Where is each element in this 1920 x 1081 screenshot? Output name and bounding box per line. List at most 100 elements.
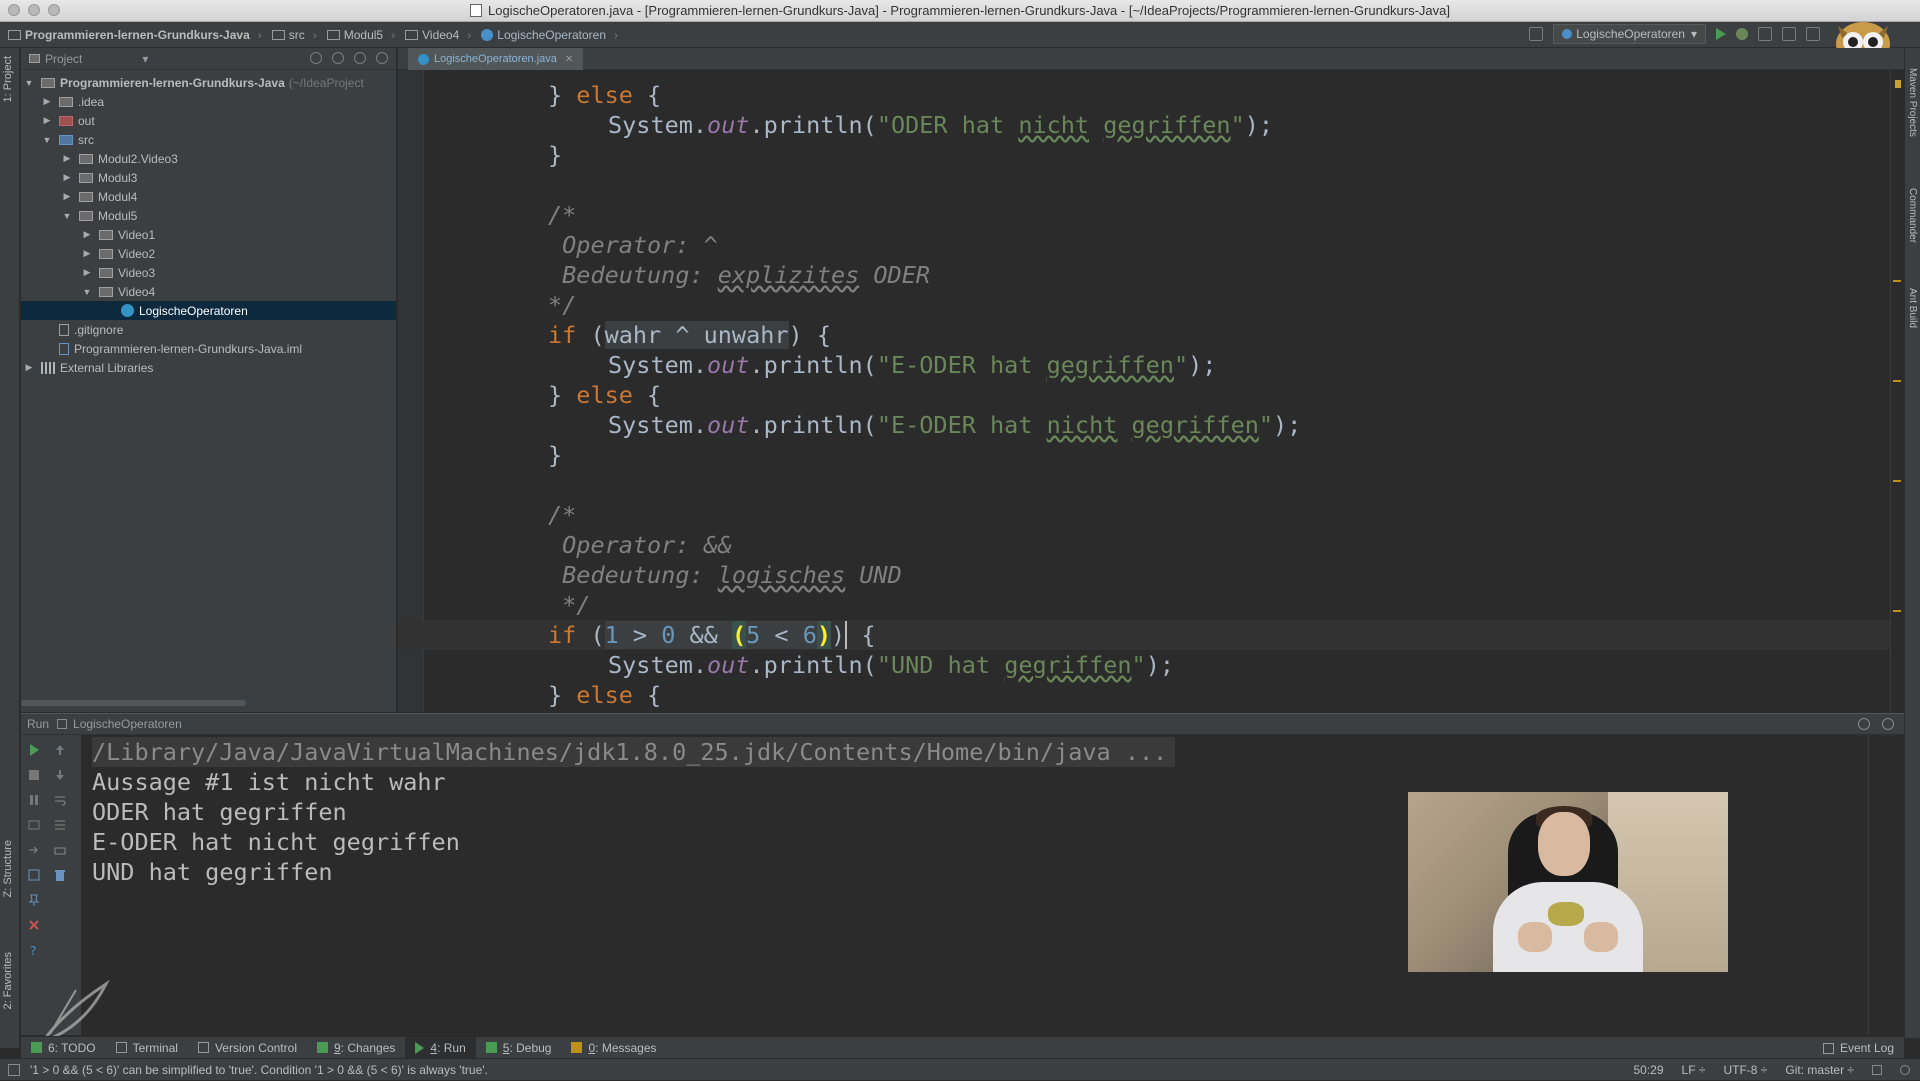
hide-panel-icon[interactable]	[1882, 718, 1894, 730]
line-separator[interactable]: LF ÷	[1682, 1063, 1706, 1077]
event-log-button[interactable]: Event Log	[1822, 1037, 1894, 1059]
minimize-window-button[interactable]	[28, 4, 40, 16]
warning-marker[interactable]	[1893, 480, 1901, 482]
git-branch[interactable]: Git: master ÷	[1785, 1063, 1854, 1077]
soft-wrap-icon[interactable]	[53, 793, 67, 807]
tree-item-project-root[interactable]: ▼ Programmieren-lernen-Grundkurs-Java (~/I…	[21, 73, 396, 92]
breadcrumb-modul5[interactable]: Modul5 ›	[326, 28, 401, 42]
project-view-selector[interactable]: Project	[45, 52, 82, 66]
favorites-tool-tab[interactable]: 2: Favorites	[2, 952, 14, 1009]
warning-marker[interactable]	[1893, 280, 1901, 282]
close-window-button[interactable]	[8, 4, 20, 16]
project-tool-tab[interactable]: 1: Project	[2, 56, 14, 102]
close-tab-icon[interactable]: ✕	[565, 54, 573, 65]
trash-icon[interactable]	[53, 868, 67, 882]
lock-icon[interactable]	[1872, 1065, 1882, 1075]
print-icon[interactable]	[53, 843, 67, 857]
collapsed-arrow-icon[interactable]: ▶	[23, 362, 35, 373]
code-editor[interactable]: } else { System.out.println("ODER hat ni…	[398, 70, 1904, 712]
expanded-arrow-icon[interactable]: ▼	[41, 135, 53, 145]
tree-item-src[interactable]: ▼ src	[21, 130, 396, 149]
run-tool-button[interactable]: 4: Run	[405, 1036, 476, 1059]
commander-tab[interactable]: Commander	[1907, 188, 1918, 243]
editor-tab-logischeoperatoren[interactable]: LogischeOperatoren.java ✕	[408, 48, 584, 70]
tree-item-gitignore[interactable]: .gitignore	[21, 320, 396, 339]
warning-marker[interactable]	[1893, 610, 1901, 612]
file-encoding[interactable]: UTF-8 ÷	[1723, 1063, 1767, 1077]
rerun-icon[interactable]	[27, 743, 41, 757]
version-control-tool-button[interactable]: Version Control	[188, 1037, 307, 1059]
changes-tool-button[interactable]: 9: Changes	[307, 1037, 405, 1059]
tree-item-idea[interactable]: ▶ .idea	[21, 92, 396, 111]
tool-windows-toggle-icon[interactable]	[8, 1064, 20, 1076]
run-icon[interactable]	[1716, 28, 1726, 40]
tree-item-external-libraries[interactable]: ▶ External Libraries	[21, 358, 396, 377]
exit-icon[interactable]	[27, 843, 41, 857]
editor-error-stripe[interactable]	[1890, 70, 1904, 712]
tree-item-iml[interactable]: Programmieren-lernen-Grundkurs-Java.iml	[21, 339, 396, 358]
zoom-window-button[interactable]	[48, 4, 60, 16]
messages-tool-button[interactable]: 0: Messages	[561, 1037, 666, 1059]
collapsed-arrow-icon[interactable]: ▶	[61, 191, 73, 202]
run-configuration-select[interactable]: LogischeOperatoren ▾	[1553, 24, 1706, 44]
build-icon[interactable]	[1529, 27, 1544, 41]
collapsed-arrow-icon[interactable]: ▶	[41, 115, 53, 126]
scroll-to-end-icon[interactable]	[53, 818, 67, 832]
expanded-arrow-icon[interactable]: ▼	[61, 211, 73, 221]
tree-item-out[interactable]: ▶ out	[21, 111, 396, 130]
breadcrumb-class[interactable]: LogischeOperatoren ›	[481, 28, 624, 42]
debug-icon[interactable]	[1736, 28, 1748, 40]
expanded-arrow-icon[interactable]: ▼	[81, 287, 93, 297]
tree-item-modul2-video3[interactable]: ▶ Modul2.Video3	[21, 149, 396, 168]
help-icon[interactable]: ?	[27, 943, 41, 957]
expanded-arrow-icon[interactable]: ▼	[23, 78, 35, 88]
vcs-commit-icon[interactable]	[1806, 27, 1820, 41]
collapsed-arrow-icon[interactable]: ▶	[41, 96, 53, 107]
gear-icon[interactable]	[354, 52, 366, 64]
tree-item-logischeoperatoren[interactable]: LogischeOperatoren	[21, 301, 396, 320]
tree-item-modul4[interactable]: ▶ Modul4	[21, 187, 396, 206]
collapsed-arrow-icon[interactable]: ▶	[81, 267, 93, 278]
caret-position[interactable]: 50:29	[1634, 1063, 1664, 1077]
vcs-update-icon[interactable]	[1782, 27, 1796, 41]
scroll-from-source-icon[interactable]	[310, 52, 322, 64]
warning-marker[interactable]	[1893, 380, 1901, 382]
run-config-tab[interactable]: LogischeOperatoren	[73, 717, 182, 731]
tree-item-video4[interactable]: ▼ Video4	[21, 282, 396, 301]
layout-icon[interactable]	[27, 868, 41, 882]
tree-item-modul3[interactable]: ▶ Modul3	[21, 168, 396, 187]
inspection-icon[interactable]	[1900, 1065, 1910, 1075]
maven-projects-tab[interactable]: Maven Projects	[1907, 68, 1918, 137]
debug-tool-button[interactable]: 5: Debug	[476, 1037, 562, 1059]
gear-icon[interactable]	[1858, 718, 1870, 730]
down-arrow-icon[interactable]	[53, 768, 67, 782]
breadcrumb-video4[interactable]: Video4 ›	[405, 28, 477, 42]
coverage-icon[interactable]	[1758, 27, 1772, 41]
tree-item-video2[interactable]: ▶ Video2	[21, 244, 396, 263]
structure-tool-tab[interactable]: Z: Structure	[2, 840, 14, 897]
breadcrumb-src[interactable]: src ›	[271, 28, 323, 42]
tree-item-video1[interactable]: ▶ Video1	[21, 225, 396, 244]
project-horizontal-scrollbar[interactable]	[21, 700, 246, 706]
editor-gutter[interactable]	[398, 70, 424, 712]
tree-item-modul5[interactable]: ▼ Modul5	[21, 206, 396, 225]
pin-icon[interactable]	[27, 893, 41, 907]
collapse-all-icon[interactable]	[332, 52, 344, 64]
collapsed-arrow-icon[interactable]: ▶	[61, 153, 73, 164]
breadcrumb-project[interactable]: Programmieren-lernen-Grundkurs-Java ›	[8, 28, 268, 42]
up-arrow-icon[interactable]	[53, 743, 67, 757]
hide-panel-icon[interactable]	[376, 52, 388, 64]
tree-item-video3[interactable]: ▶ Video3	[21, 263, 396, 282]
collapsed-arrow-icon[interactable]: ▶	[81, 248, 93, 259]
console-scrollbar[interactable]	[1868, 735, 1882, 1035]
collapsed-arrow-icon[interactable]: ▶	[61, 172, 73, 183]
dump-threads-icon[interactable]	[27, 818, 41, 832]
close-run-icon[interactable]	[27, 918, 41, 932]
warning-indicator-icon[interactable]	[1895, 80, 1901, 88]
pause-icon[interactable]	[27, 793, 41, 807]
collapsed-arrow-icon[interactable]: ▶	[81, 229, 93, 240]
stop-icon[interactable]	[27, 768, 41, 782]
ant-build-tab[interactable]: Ant Build	[1907, 288, 1918, 328]
todo-tool-button[interactable]: 6: TODO	[21, 1037, 106, 1059]
terminal-tool-button[interactable]: Terminal	[106, 1037, 188, 1059]
